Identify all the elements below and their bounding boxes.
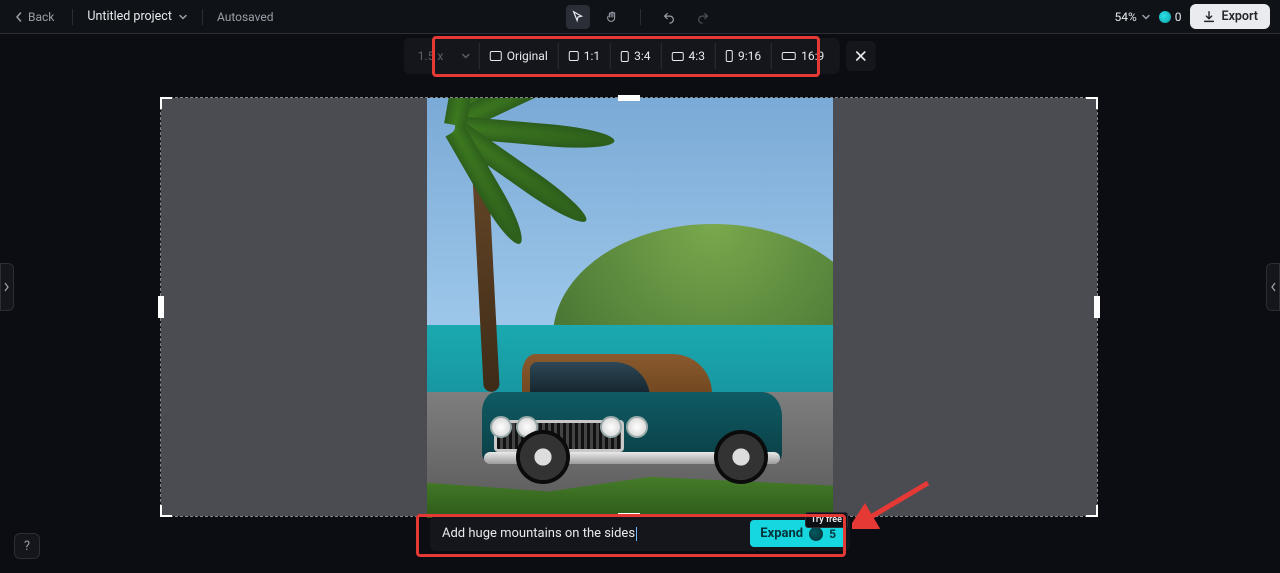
aspect-ratio-label: Original — [507, 49, 548, 63]
credit-icon — [1159, 11, 1171, 23]
zoom-dropdown[interactable]: 54% — [1114, 10, 1150, 24]
aspect-toolbar-wrap: 1.5 x Original 1:1 3:4 4:3 9:16 16:9 — [404, 38, 876, 74]
scale-dropdown[interactable]: 1.5 x — [410, 43, 480, 69]
expand-button[interactable]: Expand 5 Try free — [750, 520, 846, 547]
undo-icon — [662, 10, 676, 24]
left-panel-toggle[interactable] — [0, 263, 14, 311]
aspect-ratio-icon — [726, 50, 733, 62]
expand-canvas[interactable] — [160, 97, 1098, 517]
aspect-toolbar: 1.5 x Original 1:1 3:4 4:3 9:16 16:9 — [404, 38, 840, 74]
expand-area-right — [831, 98, 1097, 516]
aspect-ratio-icon — [782, 52, 796, 60]
help-button[interactable]: ? — [14, 533, 40, 559]
help-icon: ? — [24, 539, 30, 554]
redo-icon — [696, 10, 710, 24]
right-panel-toggle[interactable] — [1266, 263, 1280, 311]
resize-handle-right[interactable] — [1094, 296, 1100, 318]
aspect-ratio-3-4[interactable]: 3:4 — [611, 43, 661, 69]
resize-handle-left[interactable] — [158, 296, 164, 318]
resize-handle-top[interactable] — [618, 95, 640, 101]
separator — [202, 9, 203, 25]
project-name-dropdown[interactable]: Untitled project — [87, 9, 188, 24]
autosaved-status: Autosaved — [217, 10, 274, 24]
app-header: Back Untitled project Autosaved 54% — [0, 0, 1280, 34]
scale-value: 1.5 x — [418, 49, 444, 63]
aspect-ratio-icon — [569, 51, 579, 61]
aspect-ratio-9-16[interactable]: 9:16 — [716, 43, 772, 69]
chevron-down-icon — [178, 12, 188, 22]
separator — [72, 9, 73, 25]
credit-counter[interactable]: 0 — [1159, 10, 1182, 24]
aspect-ratio-icon — [672, 52, 684, 61]
project-name: Untitled project — [87, 9, 172, 24]
aspect-ratio-1-1[interactable]: 1:1 — [559, 43, 611, 69]
redo-button[interactable] — [691, 5, 715, 29]
back-button[interactable]: Back — [10, 8, 58, 26]
chevron-right-icon — [4, 282, 10, 292]
separator — [640, 9, 641, 25]
prompt-input[interactable]: Add huge mountains on the sides — [434, 520, 744, 547]
prompt-bar: Add huge mountains on the sides Expand 5… — [430, 516, 850, 551]
back-label: Back — [28, 10, 54, 24]
chevron-down-icon — [461, 51, 471, 61]
hand-icon — [605, 10, 619, 24]
prompt-text: Add huge mountains on the sides — [442, 526, 635, 541]
chevron-down-icon — [1141, 12, 1151, 22]
credit-cost-icon — [809, 527, 823, 541]
aspect-ratio-label: 16:9 — [801, 49, 824, 63]
chevron-left-icon — [14, 12, 24, 22]
expand-label: Expand — [760, 526, 803, 541]
aspect-ratio-label: 9:16 — [738, 49, 761, 63]
resize-handle-tr[interactable] — [1086, 97, 1098, 109]
resize-handle-br[interactable] — [1086, 505, 1098, 517]
resize-handle-bl[interactable] — [160, 505, 172, 517]
aspect-ratio-icon — [490, 51, 502, 61]
pan-tool[interactable] — [600, 5, 624, 29]
credit-value: 0 — [1175, 10, 1182, 24]
aspect-ratio-16-9[interactable]: 16:9 — [772, 43, 834, 69]
select-tool[interactable] — [566, 5, 590, 29]
aspect-ratio-label: 4:3 — [689, 49, 705, 63]
aspect-ratio-original[interactable]: Original — [480, 43, 559, 69]
export-button[interactable]: Export — [1190, 4, 1270, 29]
expand-cost: 5 — [829, 527, 836, 541]
aspect-ratio-label: 3:4 — [634, 49, 650, 63]
resize-handle-tl[interactable] — [160, 97, 172, 109]
undo-button[interactable] — [657, 5, 681, 29]
close-icon — [855, 50, 867, 62]
zoom-value: 54% — [1114, 10, 1136, 24]
aspect-ratio-4-3[interactable]: 4:3 — [662, 43, 716, 69]
cursor-icon — [571, 10, 585, 24]
aspect-ratio-icon — [621, 51, 629, 62]
aspect-ratio-label: 1:1 — [584, 49, 600, 63]
download-icon — [1202, 10, 1216, 24]
close-aspect-toolbar[interactable] — [846, 41, 876, 71]
try-free-badge: Try free — [805, 512, 848, 528]
chevron-left-icon — [1270, 282, 1276, 292]
source-image — [427, 98, 833, 518]
expand-area-left — [161, 98, 427, 516]
export-label: Export — [1222, 9, 1258, 24]
